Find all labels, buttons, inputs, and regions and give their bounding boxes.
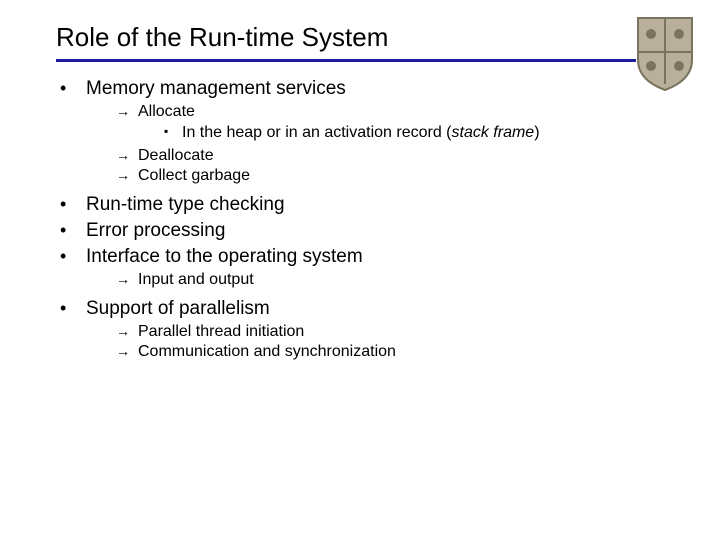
bullet-typecheck: Run-time type checking	[56, 192, 680, 218]
bullet-os: Interface to the operating system Input …	[56, 244, 680, 296]
sub-io: Input and output	[116, 270, 680, 290]
text: In the heap or in an activation record (	[182, 124, 452, 141]
sub-parallel-comm: Communication and synchronization	[116, 342, 680, 362]
sub-list: Input and output	[86, 270, 680, 290]
bullet-memory: Memory management services Allocate In t…	[56, 76, 680, 192]
sub-label: Collect garbage	[138, 167, 250, 184]
bullet-parallel: Support of parallelism Parallel thread i…	[56, 296, 680, 368]
text: )	[534, 124, 539, 141]
sub-label: Communication and synchronization	[138, 343, 396, 360]
sub-label: Allocate	[138, 103, 195, 120]
bullet-label: Memory management services	[86, 78, 346, 99]
bullet-label: Support of parallelism	[86, 298, 270, 319]
sub-deallocate: Deallocate	[116, 146, 680, 166]
slide-title: Role of the Run-time System	[56, 22, 680, 53]
slide: Role of the Run-time System Memory manag…	[0, 0, 720, 540]
bullet-label: Error processing	[86, 220, 225, 241]
sub-parallel-init: Parallel thread initiation	[116, 322, 680, 342]
bullet-label: Run-time type checking	[86, 194, 285, 215]
sub-label: Parallel thread initiation	[138, 323, 304, 340]
bullet-list: Memory management services Allocate In t…	[56, 76, 680, 368]
italic-text: stack frame	[452, 124, 535, 141]
sub-label: Input and output	[138, 271, 254, 288]
sub-list: Allocate In the heap or in an activation…	[86, 102, 680, 186]
bullet-error: Error processing	[56, 218, 680, 244]
sub-allocate: Allocate In the heap or in an activation…	[116, 102, 680, 146]
sub-list: Parallel thread initiation Communication…	[86, 322, 680, 362]
sub2-heap: In the heap or in an activation record (…	[164, 123, 680, 143]
bullet-label: Interface to the operating system	[86, 246, 363, 267]
sub-label: Deallocate	[138, 147, 214, 164]
sub-collect: Collect garbage	[116, 166, 680, 186]
sub2-list: In the heap or in an activation record (…	[138, 123, 680, 143]
title-underline	[56, 59, 636, 62]
